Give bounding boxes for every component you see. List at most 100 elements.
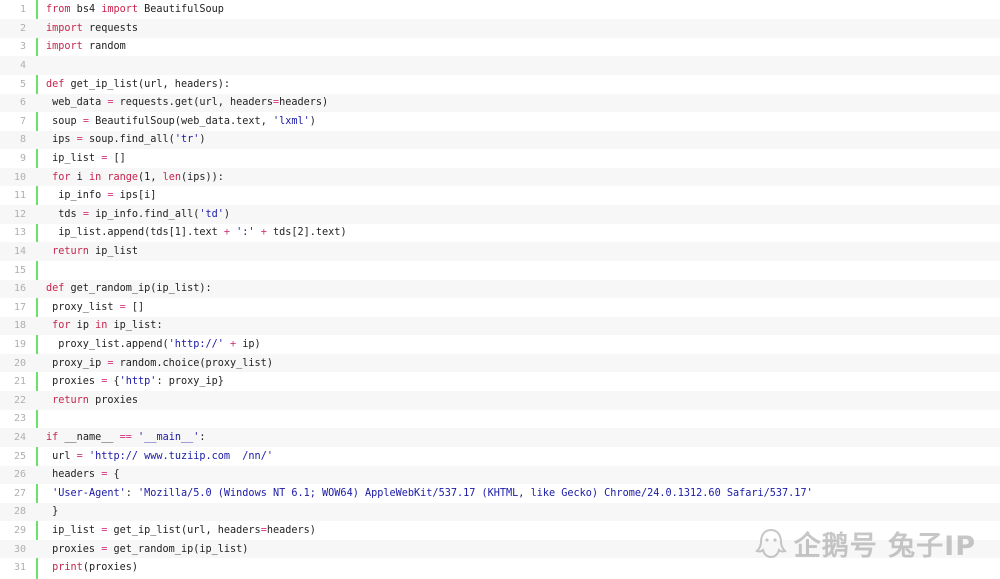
code-token: ip) [236,339,261,351]
code-token: ip_list: [107,320,163,332]
code-token: [] [125,301,145,313]
line-code: soup = BeautifulSoup(web_data.text, 'lxm… [46,116,316,127]
line-number: 31 [13,562,26,574]
line-number: 12 [13,208,26,220]
code-token: ) [223,208,231,220]
line-code: if __name__ == '__main__': [46,432,206,443]
code-token: ips [46,134,77,146]
code-token: ip_list [46,153,102,165]
code-line: 13 ip_list.append(tds[1].text + ':' + td… [0,224,1000,243]
code-token: ) [309,115,316,127]
code-token: 'User-Agent' [52,487,126,499]
code-token: ip_info [46,190,108,202]
line-code: return proxies [46,395,138,406]
line-code: ip_list = [] [46,153,126,164]
code-token: proxies [46,543,102,555]
code-line: 12 tds = ip_info.find_all('td') [0,205,1000,224]
code-line: 4 [0,56,1000,75]
watermark: 企鹅号 兔子IP [754,524,976,563]
line-code: proxy_ip = random.choice(proxy_list) [46,358,273,369]
line-number: 7 [19,115,26,127]
code-line: 26 headers = { [0,465,1000,485]
code-token: get_ip_list(url, headers): [64,78,231,90]
line-number: 10 [13,171,26,183]
line-code: proxy_list.append('http://' + ip) [46,339,261,351]
code-token: proxies [46,376,102,388]
code-token: def [46,78,65,90]
code-token: in [88,171,102,183]
code-token: : proxy_ip} [156,376,224,388]
line-number: 30 [13,543,26,555]
code-token: headers [46,469,102,481]
code-token: print [52,562,83,574]
code-token: '__main__' [138,432,200,444]
code-token: ip_info.find_all( [88,208,200,220]
code-token: i [70,171,89,183]
code-token: ip [70,320,96,332]
watermark-text: 企鹅号 兔子IP [793,531,976,562]
code-token: ip_list.append(tds[1].text [46,227,224,239]
code-token: [] [107,153,126,165]
code-token: len [162,171,181,183]
code-line: 3 import random [0,38,1000,57]
code-token: import [46,22,83,34]
code-token: } [46,506,59,518]
code-line: 25 url = 'http:// www.tuziip.com /nn/' [0,447,1000,466]
code-line: 11 ip_info = ips[i] [0,187,1000,206]
code-token: proxies [88,394,139,406]
line-code: tds = ip_info.find_all('td') [46,209,230,220]
line-number: 22 [13,394,26,406]
code-token: (proxies) [82,562,139,574]
line-code: proxies = {'http': proxy_ip} [46,376,224,387]
code-token: requests.get(url, headers [113,97,273,109]
code-token: range [107,171,139,183]
code-token: get_random_ip(ip_list) [107,543,249,555]
line-number: 25 [13,450,26,462]
line-number: 23 [13,413,26,425]
line-number: 1 [19,4,26,16]
line-number: 24 [13,432,26,444]
code-line: 22 return proxies [0,391,1000,410]
code-token: BeautifulSoup(web_data.text, [88,115,273,127]
line-code: for ip in ip_list: [46,320,163,332]
code-token: proxy_list [46,301,120,313]
line-code: url = 'http:// www.tuziip.com /nn/' [46,451,273,462]
line-number: 11 [13,190,26,202]
line-code: for i in range(1, len(ips)): [46,172,224,183]
code-token: { [107,469,120,481]
line-number: 26 [13,469,26,481]
code-line: 8 ips = soup.find_all('tr') [0,130,1000,150]
code-token: ips[i] [113,190,157,202]
penguin-logo-icon [754,528,787,558]
code-line: 15 [0,261,1000,280]
code-line: 10 for i in range(1, len(ips)): [0,167,1000,187]
line-code: proxy_list = [] [46,302,144,313]
line-number: 15 [13,264,26,276]
code-token: bs4 [70,4,102,16]
code-token: proxy_ip [46,357,108,369]
line-code: ips = soup.find_all('tr') [46,134,205,146]
line-number: 21 [13,376,26,388]
line-code: ip_list = get_ip_list(url, headers=heade… [46,525,316,536]
code-panel: 1 from bs4 import BeautifulSoup 2 import re… [0,0,1000,579]
line-code: def get_ip_list(url, headers): [46,79,230,90]
line-number: 18 [13,320,26,332]
line-code: ip_list.append(tds[1].text + ':' + tds[2… [46,227,346,239]
code-token: if [46,432,59,444]
line-code: 'User-Agent': 'Mozilla/5.0 (Windows NT 6… [46,488,813,499]
code-token: 'lxml' [272,115,310,127]
code-token: import [101,4,139,16]
line-number: 4 [19,60,26,72]
code-token: ':' [236,227,255,239]
line-number: 5 [19,78,26,90]
line-number: 3 [19,41,26,53]
line-number: 28 [13,506,26,518]
line-code: import random [46,41,126,52]
line-number: 27 [13,487,26,499]
code-token: soup [46,115,83,127]
line-number: 2 [19,22,26,34]
line-code: print(proxies) [46,562,138,573]
line-number: 14 [13,246,26,258]
code-token: return [52,246,89,258]
code-line: 23 [0,410,1000,429]
